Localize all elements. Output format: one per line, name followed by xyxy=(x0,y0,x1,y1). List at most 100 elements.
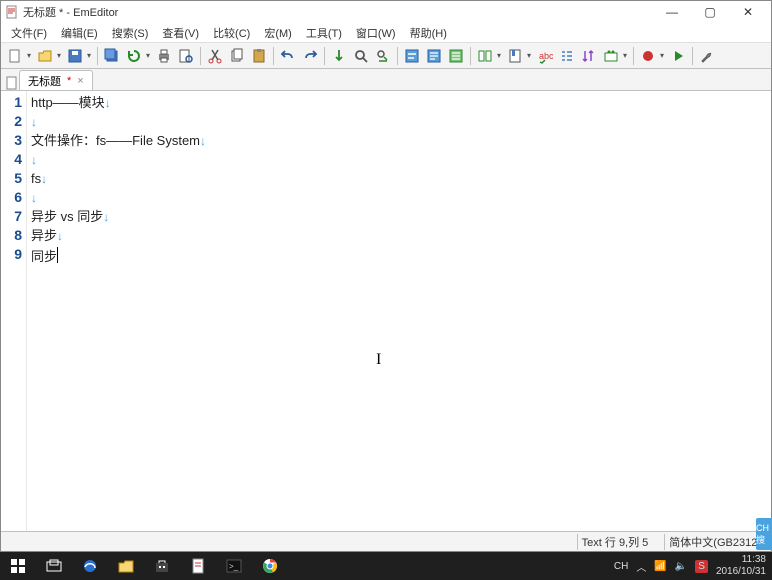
reload-icon[interactable] xyxy=(124,46,144,66)
chrome-icon[interactable] xyxy=(252,552,288,580)
line-number[interactable]: 2 xyxy=(1,112,26,131)
cut-icon[interactable] xyxy=(205,46,225,66)
line-number[interactable]: 5 xyxy=(1,169,26,188)
menubar: 文件(F) 编辑(E) 搜索(S) 查看(V) 比较(C) 宏(M) 工具(T)… xyxy=(1,23,771,43)
spell-icon[interactable]: abc xyxy=(535,46,555,66)
toolbar: ▾ ▾ ▾ ▾ ▾ ▾ abc ▾ xyxy=(1,43,771,69)
copy-icon[interactable] xyxy=(227,46,247,66)
redo-icon[interactable] xyxy=(300,46,320,66)
separator xyxy=(97,47,98,65)
app-window: 无标题 * - EmEditor — ▢ ✕ 文件(F) 编辑(E) 搜索(S)… xyxy=(0,0,772,552)
tray-input-icon[interactable]: S xyxy=(695,560,708,573)
wrap-icon[interactable] xyxy=(402,46,422,66)
run-macro-icon[interactable] xyxy=(668,46,688,66)
new-file-icon[interactable] xyxy=(5,46,25,66)
line-number[interactable]: 6 xyxy=(1,188,26,207)
find-icon[interactable] xyxy=(351,46,371,66)
separator xyxy=(692,47,693,65)
tray-sound-icon[interactable]: 🔈 xyxy=(675,561,687,572)
bookmark-dropdown-icon[interactable]: ▾ xyxy=(525,51,533,60)
line-number[interactable]: 7 xyxy=(1,207,26,226)
menu-file[interactable]: 文件(F) xyxy=(5,23,53,43)
ime-side-badge[interactable]: CH 搜 xyxy=(756,518,772,550)
system-tray: CH ︿ 📶 🔈 S 11:38 2016/10/31 xyxy=(614,554,772,578)
jump-icon[interactable] xyxy=(329,46,349,66)
open-file-icon[interactable] xyxy=(35,46,55,66)
window-buttons: — ▢ ✕ xyxy=(653,2,767,22)
tray-up-icon[interactable]: ︿ xyxy=(636,559,646,574)
undo-icon[interactable] xyxy=(278,46,298,66)
plugins-dropdown-icon[interactable]: ▾ xyxy=(621,51,629,60)
wrap-window-icon[interactable] xyxy=(424,46,444,66)
line-number[interactable]: 1 xyxy=(1,93,26,112)
tab-close-icon[interactable]: × xyxy=(77,75,83,87)
maximize-button[interactable]: ▢ xyxy=(691,2,729,22)
bookmark-icon[interactable] xyxy=(505,46,525,66)
record-macro-icon[interactable] xyxy=(638,46,658,66)
task-view-icon[interactable] xyxy=(36,552,72,580)
replace-icon[interactable] xyxy=(373,46,393,66)
tray-wifi-icon[interactable]: 📶 xyxy=(654,561,666,572)
document-tab[interactable]: 无标题 * × xyxy=(19,70,93,90)
open-dropdown-icon[interactable]: ▾ xyxy=(55,51,63,60)
eol-icon: ↓ xyxy=(103,210,109,224)
save-icon[interactable] xyxy=(65,46,85,66)
tab-modified-indicator: * xyxy=(67,75,71,87)
editor-content[interactable]: http——模块↓ ↓ 文件操作：fs——File System↓ ↓ fs↓ … xyxy=(27,91,771,531)
text-cursor xyxy=(57,247,58,263)
status-encoding[interactable]: 简体中文(GB2312) xyxy=(664,534,765,550)
minimize-button[interactable]: — xyxy=(653,2,691,22)
tray-date: 2016/10/31 xyxy=(716,566,766,578)
line-number[interactable]: 3 xyxy=(1,131,26,150)
code-line: http——模块↓ xyxy=(31,93,767,112)
reload-dropdown-icon[interactable]: ▾ xyxy=(144,51,152,60)
tab-doc-icon xyxy=(5,76,19,90)
menu-window[interactable]: 窗口(W) xyxy=(350,23,402,43)
tray-clock[interactable]: 11:38 2016/10/31 xyxy=(716,554,766,578)
new-dropdown-icon[interactable]: ▾ xyxy=(25,51,33,60)
menu-compare[interactable]: 比较(C) xyxy=(207,23,256,43)
menu-macro[interactable]: 宏(M) xyxy=(258,23,298,43)
wrap-page-icon[interactable] xyxy=(446,46,466,66)
window-title: 无标题 * - EmEditor xyxy=(23,4,653,20)
save-all-icon[interactable] xyxy=(102,46,122,66)
edge-icon[interactable] xyxy=(72,552,108,580)
save-dropdown-icon[interactable]: ▾ xyxy=(85,51,93,60)
status-position[interactable]: Text 行 9,列 5 xyxy=(577,534,653,550)
gutter: 1 2 3 4 5 6 7 8 9 xyxy=(1,91,27,531)
eol-icon: ↓ xyxy=(31,191,37,205)
emeditor-taskbar-icon[interactable] xyxy=(180,552,216,580)
line-number[interactable]: 8 xyxy=(1,226,26,245)
eol-icon: ↓ xyxy=(57,229,63,243)
editor: 1 2 3 4 5 6 7 8 9 http——模块↓ ↓ 文件操作：fs——F… xyxy=(1,91,771,531)
cmd-icon[interactable]: >_ xyxy=(216,552,252,580)
print-preview-icon[interactable] xyxy=(176,46,196,66)
separator xyxy=(200,47,201,65)
menu-view[interactable]: 查看(V) xyxy=(156,23,205,43)
menu-help[interactable]: 帮助(H) xyxy=(404,23,453,43)
line-number[interactable]: 4 xyxy=(1,150,26,169)
outline-icon[interactable] xyxy=(557,46,577,66)
menu-tools[interactable]: 工具(T) xyxy=(300,23,348,43)
code-line: 文件操作：fs——File System↓ xyxy=(31,131,767,150)
menu-search[interactable]: 搜索(S) xyxy=(106,23,155,43)
line-number[interactable]: 9 xyxy=(1,245,26,264)
ibeam-cursor-icon: I xyxy=(376,351,381,369)
start-button[interactable] xyxy=(0,552,36,580)
print-icon[interactable] xyxy=(154,46,174,66)
compare-icon[interactable] xyxy=(475,46,495,66)
explorer-icon[interactable] xyxy=(108,552,144,580)
close-button[interactable]: ✕ xyxy=(729,2,767,22)
tray-ime-icon[interactable]: CH xyxy=(614,561,628,572)
store-icon[interactable] xyxy=(144,552,180,580)
paste-icon[interactable] xyxy=(249,46,269,66)
sort-icon[interactable] xyxy=(579,46,599,66)
compare-dropdown-icon[interactable]: ▾ xyxy=(495,51,503,60)
separator xyxy=(470,47,471,65)
tools-icon[interactable] xyxy=(697,46,717,66)
taskbar: >_ CH ︿ 📶 🔈 S 11:38 2016/10/31 xyxy=(0,552,772,580)
menu-edit[interactable]: 编辑(E) xyxy=(55,23,104,43)
plugins-icon[interactable] xyxy=(601,46,621,66)
tabbar: 无标题 * × xyxy=(1,69,771,91)
record-dropdown-icon[interactable]: ▾ xyxy=(658,51,666,60)
